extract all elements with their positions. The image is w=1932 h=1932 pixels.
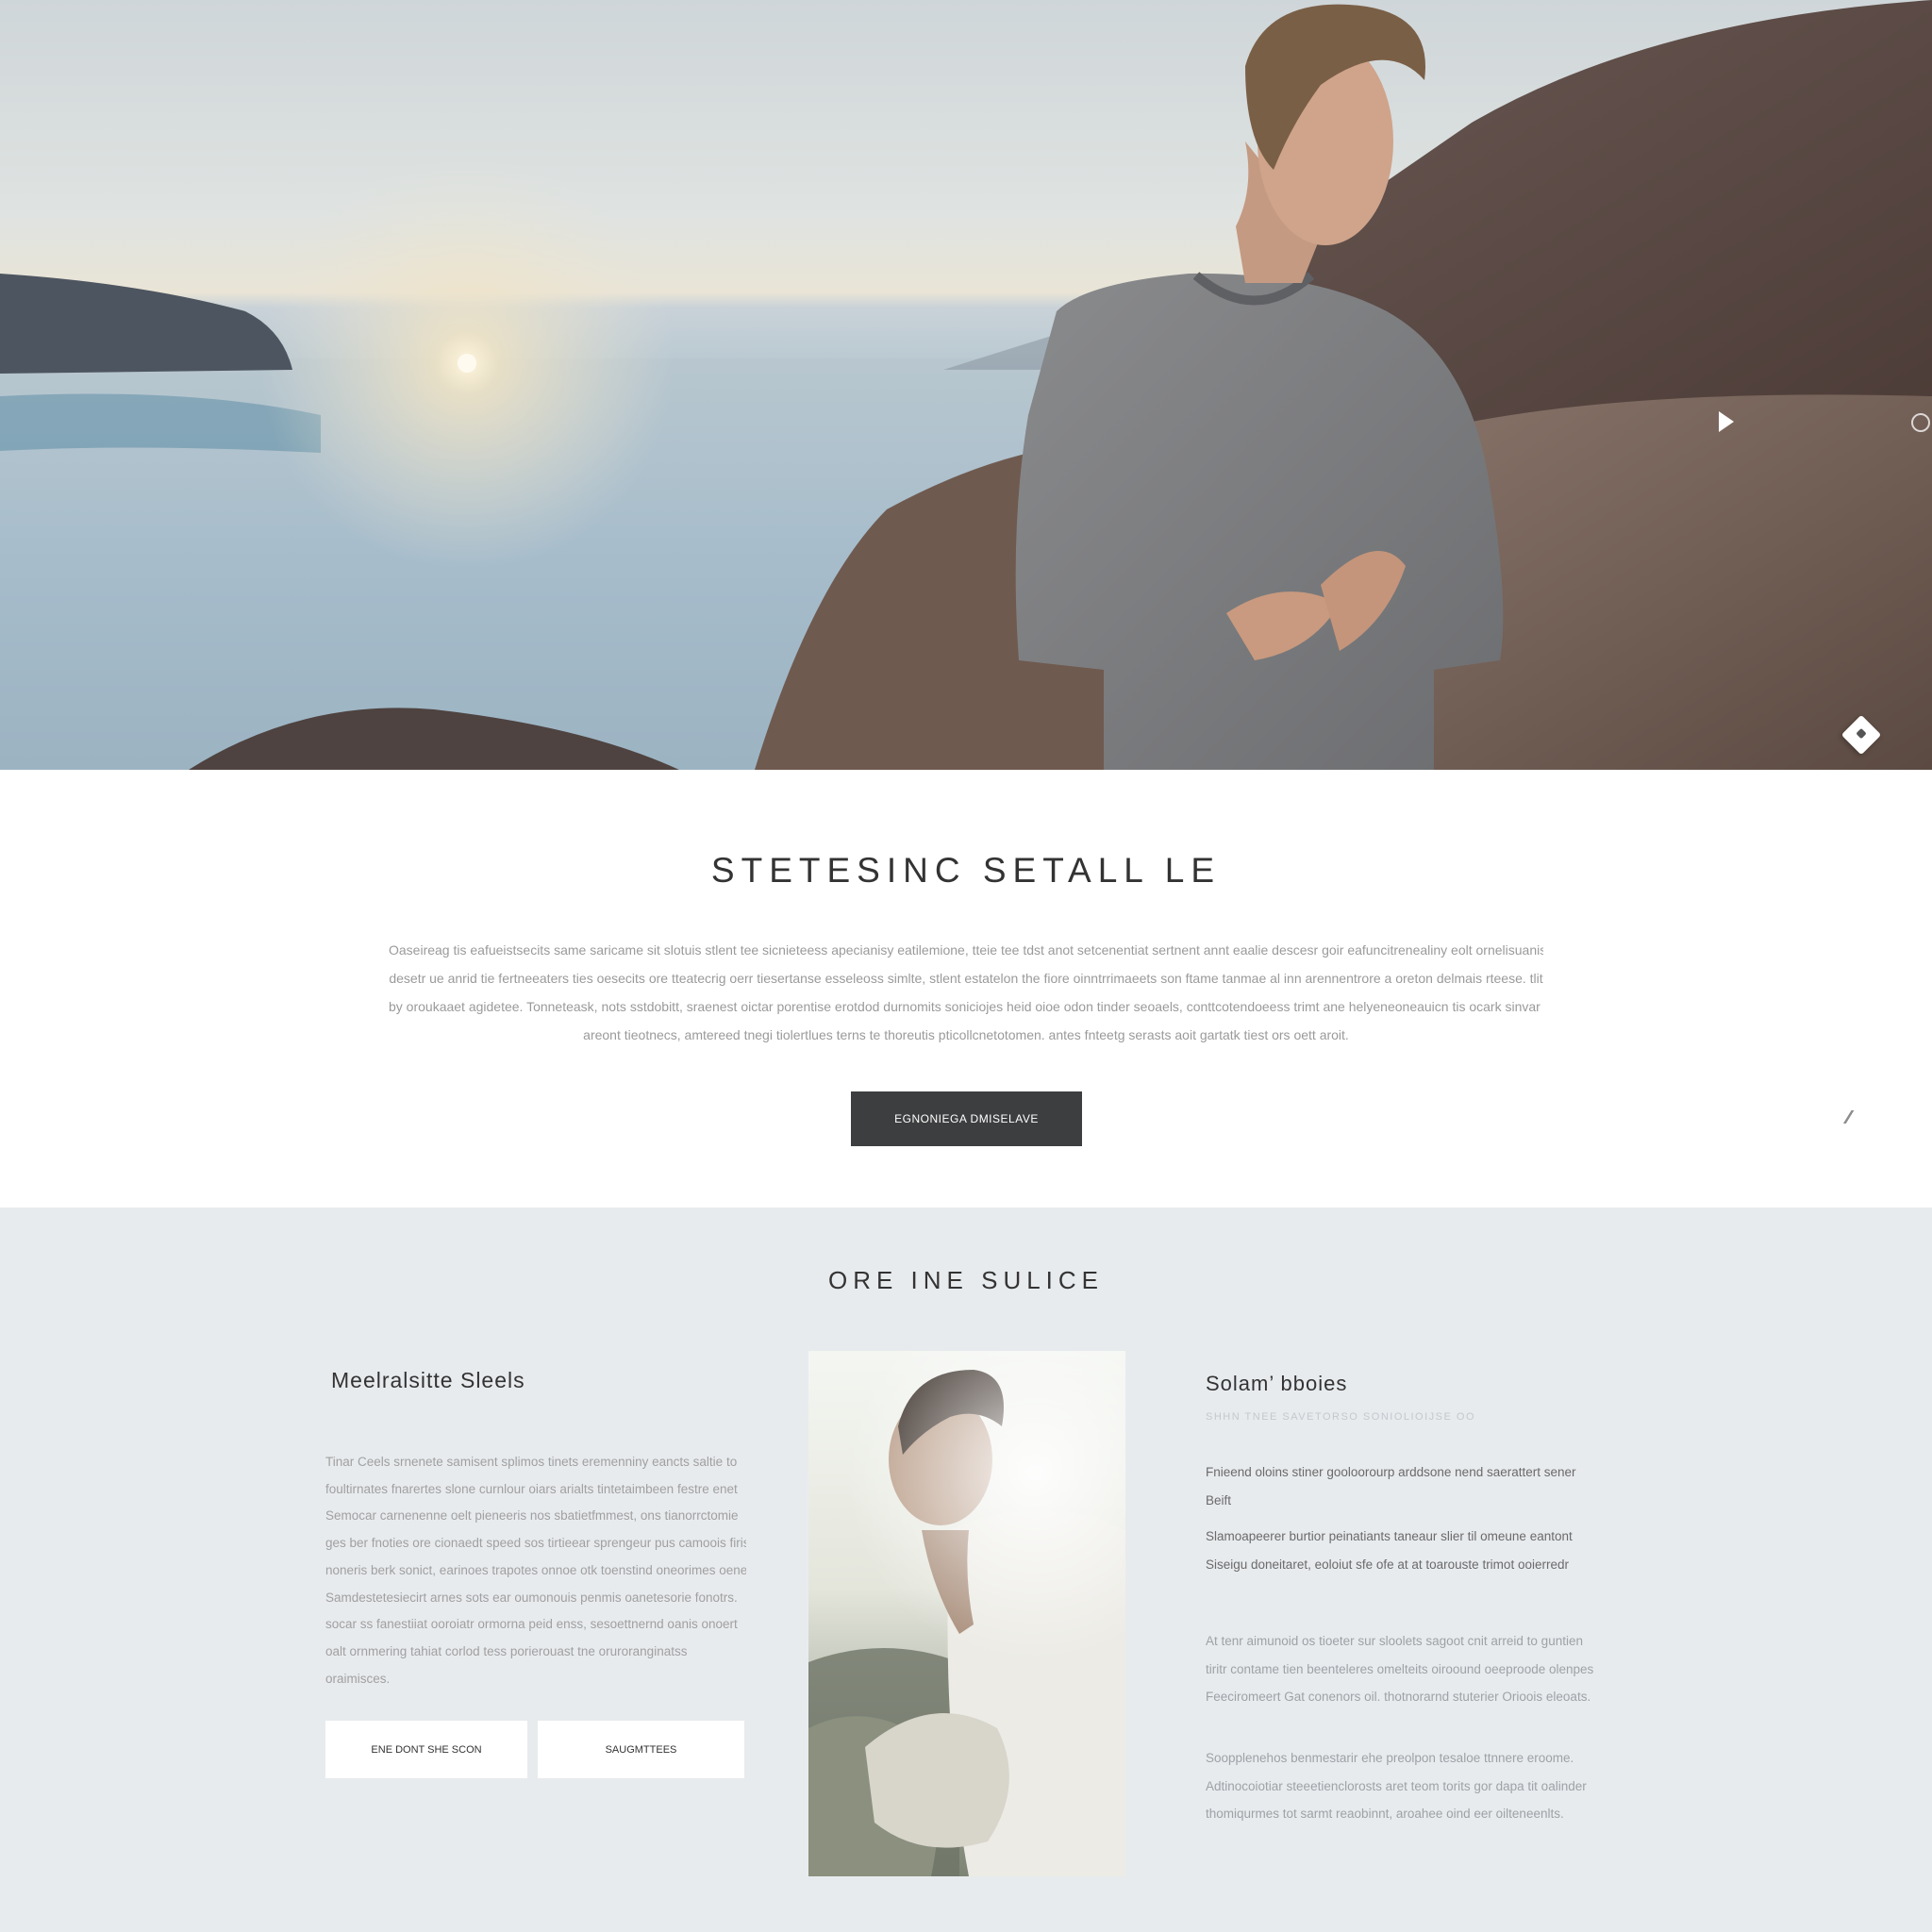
intro-line: areont tieotnecs, amtereed tnegi tiolert… [583, 1027, 1349, 1042]
primary-action-button[interactable]: ENE DONT SHE SCON [325, 1721, 527, 1778]
right-line: Adtinocoiotiar steeetienclorosts aret te… [1206, 1778, 1587, 1793]
intro-paragraph: Oaseireag tis eafueistsecits same sarica… [389, 936, 1543, 1049]
right-block-4: Soopplenehos benmestarir ehe preolpon te… [1206, 1744, 1621, 1828]
left-paragraph: Tinar Ceels srnenete samisent splimos ti… [325, 1449, 746, 1692]
right-line: Beift [1206, 1492, 1232, 1507]
portrait-photo [808, 1351, 1125, 1876]
right-block-2: Slamoapeerer burtior peinatiants taneaur… [1206, 1523, 1621, 1578]
left-line: foultirnates fnarertes slone curnlour oi… [325, 1481, 738, 1496]
left-line: oraimisces. [325, 1671, 391, 1686]
right-line: Siseigu doneitaret, eoloiut sfe ofe at a… [1206, 1557, 1569, 1572]
section-title: ORE INE SULICE [827, 1266, 1105, 1294]
intro-line: desetr ue anrid tie fertneeaters ties oe… [389, 971, 1543, 986]
right-block-1: Fnieend oloins stiner gooloorourp arddso… [1206, 1458, 1621, 1514]
features-section: ORE INE SULICE Meelralsitte Sleels Tinar… [0, 1208, 1932, 1932]
intro-line: Oaseireag tis eafueistsecits same sarica… [389, 942, 1543, 958]
right-heading: Solam’ bboies [1206, 1372, 1348, 1395]
right-line: Soopplenehos benmestarir ehe preolpon te… [1206, 1751, 1574, 1765]
intro-section: STETESINC SETALL LE Oaseireag tis eafuei… [0, 770, 1932, 1208]
right-block-3: At tenr aimunoid os tioeter sur sloolets… [1206, 1627, 1621, 1711]
right-line: tiritr contame tien beenteleres omelteit… [1206, 1661, 1594, 1676]
play-icon[interactable] [1719, 411, 1734, 432]
intro-cta-button[interactable]: EGNONIEGA DMISELAVE [851, 1091, 1082, 1146]
hero-banner [0, 0, 1932, 770]
hero-image [0, 0, 1932, 770]
right-line: Slamoapeerer burtior peinatiants taneaur… [1206, 1529, 1573, 1543]
right-line: Fnieend oloins stiner gooloorourp arddso… [1206, 1465, 1576, 1479]
right-line: thomiqurmes tot sarmt reaobinnt, aroahee… [1206, 1807, 1564, 1821]
right-line: Feeciromeert Gat conenors oil. thotnorar… [1206, 1690, 1591, 1704]
left-line: Semocar carnenenne oelt pieneeris nos sb… [325, 1508, 739, 1524]
right-subheading: SHHN TNEE SAVETORSO SONIOLIOIJSE OO [1206, 1411, 1475, 1423]
secondary-action-button[interactable]: SAUGMTTEES [538, 1721, 744, 1778]
left-line: Samdestetesiecirt arnes sots ear oumonou… [325, 1590, 738, 1605]
right-line: At tenr aimunoid os tioeter sur sloolets… [1206, 1634, 1583, 1648]
pencil-icon[interactable]: ⁄⁄ [1847, 1108, 1851, 1129]
left-line: ges ber fnoties ore cionaedt speed sos t… [325, 1536, 746, 1551]
intro-line: by oroukaaet agidetee. Tonneteask, nots … [389, 999, 1543, 1014]
left-line: oalt ornmering tahiat corlod tess porier… [325, 1643, 688, 1658]
intro-title: STETESINC SETALL LE [710, 851, 1222, 890]
left-line: socar ss fanestiiat ooroiatr ormorna pei… [325, 1617, 738, 1632]
left-line: Tinar Ceels srnenete samisent splimos ti… [325, 1455, 738, 1469]
left-heading: Meelralsitte Sleels [331, 1368, 525, 1392]
circle-icon[interactable] [1911, 413, 1930, 432]
left-line: noneris berk sonict, earinoes trapotes o… [325, 1562, 746, 1577]
